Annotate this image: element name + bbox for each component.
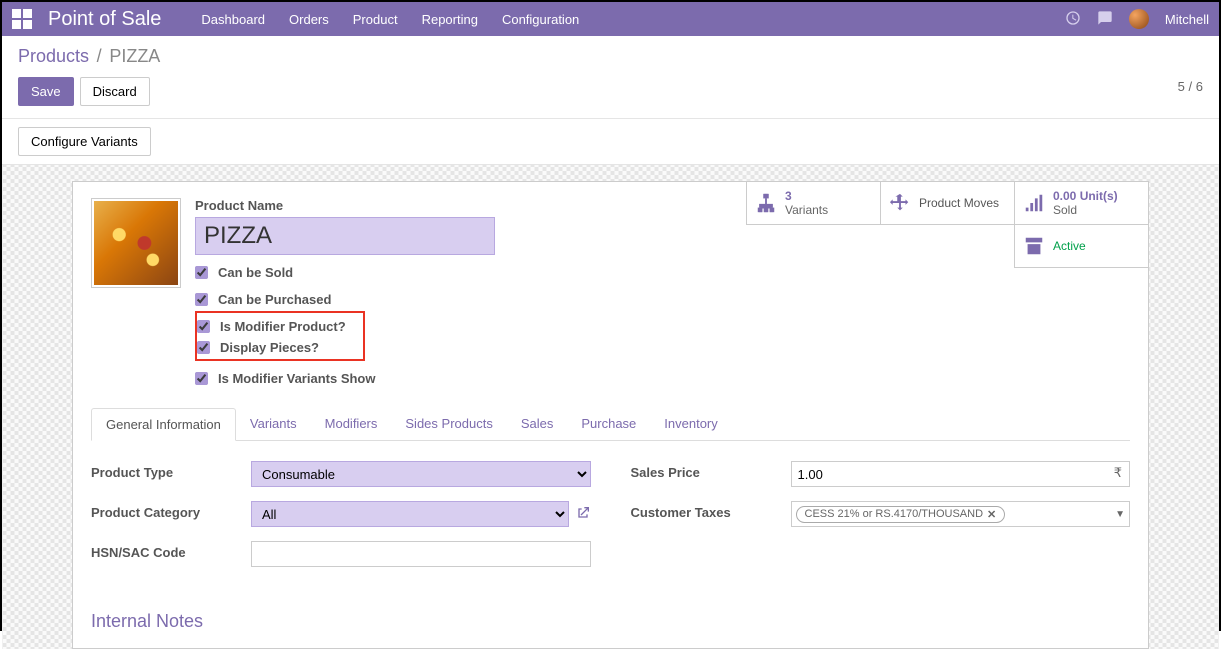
sub-action-bar: Configure Variants [2,119,1219,165]
stat-buttons: 3Variants Product Moves 0.00 Unit(s)Sold… [743,182,1148,268]
archive-icon [1023,235,1045,257]
check-display-pieces[interactable] [197,341,210,354]
nav-dashboard[interactable]: Dashboard [201,12,265,27]
nav-product[interactable]: Product [353,12,398,27]
action-bar: Save Discard 5 / 6 [2,71,1219,119]
brand-title[interactable]: Point of Sale [48,8,161,31]
customer-taxes-field[interactable]: CESS 21% or RS.4170/THOUSAND ✕ ▼ [791,501,1131,527]
hsn-input[interactable] [251,541,591,567]
stat-variants[interactable]: 3Variants [746,181,881,225]
arrows-icon [889,192,911,214]
product-type-select[interactable]: Consumable [251,461,591,487]
tab-purchase[interactable]: Purchase [567,408,650,440]
product-category-label: Product Category [91,501,251,520]
apps-icon[interactable] [12,9,32,29]
save-button[interactable]: Save [18,77,74,106]
internal-notes-heading: Internal Notes [91,611,1130,632]
tab-content: Product Type Consumable Product Category… [91,441,1130,581]
stat-product-moves[interactable]: Product Moves [880,181,1015,225]
nav-orders[interactable]: Orders [289,12,329,27]
nav-menu: Dashboard Orders Product Reporting Confi… [201,12,579,27]
sitemap-icon [755,192,777,214]
tab-modifiers[interactable]: Modifiers [311,408,392,440]
tab-inventory[interactable]: Inventory [650,408,731,440]
check-modifier-variants-show[interactable] [195,372,208,385]
breadcrumb-sep: / [97,46,102,66]
currency-symbol: ₹ [1114,465,1122,481]
configure-variants-button[interactable]: Configure Variants [18,127,151,156]
tab-general-information[interactable]: General Information [91,408,236,441]
breadcrumb-current: PIZZA [109,46,160,66]
breadcrumb-parent[interactable]: Products [18,46,89,66]
stat-sold[interactable]: 0.00 Unit(s)Sold [1014,181,1149,225]
customer-taxes-label: Customer Taxes [631,501,791,520]
form-sheet: 3Variants Product Moves 0.00 Unit(s)Sold… [72,181,1149,649]
tabs: General Information Variants Modifiers S… [91,408,1130,441]
pager[interactable]: 5 / 6 [1178,79,1203,94]
user-name[interactable]: Mitchell [1165,12,1209,27]
breadcrumb: Products / PIZZA [2,36,1219,71]
stat-active[interactable]: Active [1014,224,1149,268]
top-navbar: Point of Sale Dashboard Orders Product R… [2,2,1219,36]
nav-reporting[interactable]: Reporting [422,12,478,27]
external-link-icon[interactable] [575,505,591,524]
product-name-input[interactable] [195,217,495,255]
check-can-be-sold[interactable] [195,266,208,279]
highlight-box: Is Modifier Product? Display Pieces? [195,311,365,361]
discard-button[interactable]: Discard [80,77,150,106]
product-type-label: Product Type [91,461,251,480]
nav-configuration[interactable]: Configuration [502,12,579,27]
hsn-label: HSN/SAC Code [91,541,251,560]
sales-price-input[interactable] [791,461,1131,487]
chat-icon[interactable] [1097,10,1113,29]
check-is-modifier[interactable] [197,320,210,333]
tab-sides-products[interactable]: Sides Products [391,408,506,440]
form-background: 3Variants Product Moves 0.00 Unit(s)Sold… [2,165,1219,649]
check-can-be-purchased[interactable] [195,293,208,306]
clock-icon[interactable] [1065,10,1081,29]
avatar[interactable] [1129,9,1149,29]
tab-sales[interactable]: Sales [507,408,568,440]
product-category-select[interactable]: All [251,501,569,527]
product-image[interactable] [91,198,181,288]
tax-tag: CESS 21% or RS.4170/THOUSAND ✕ [796,506,1006,523]
bars-icon [1023,192,1045,214]
remove-tax-icon[interactable]: ✕ [987,508,996,521]
tab-variants[interactable]: Variants [236,408,311,440]
chevron-down-icon[interactable]: ▼ [1115,509,1125,520]
sales-price-label: Sales Price [631,461,791,480]
